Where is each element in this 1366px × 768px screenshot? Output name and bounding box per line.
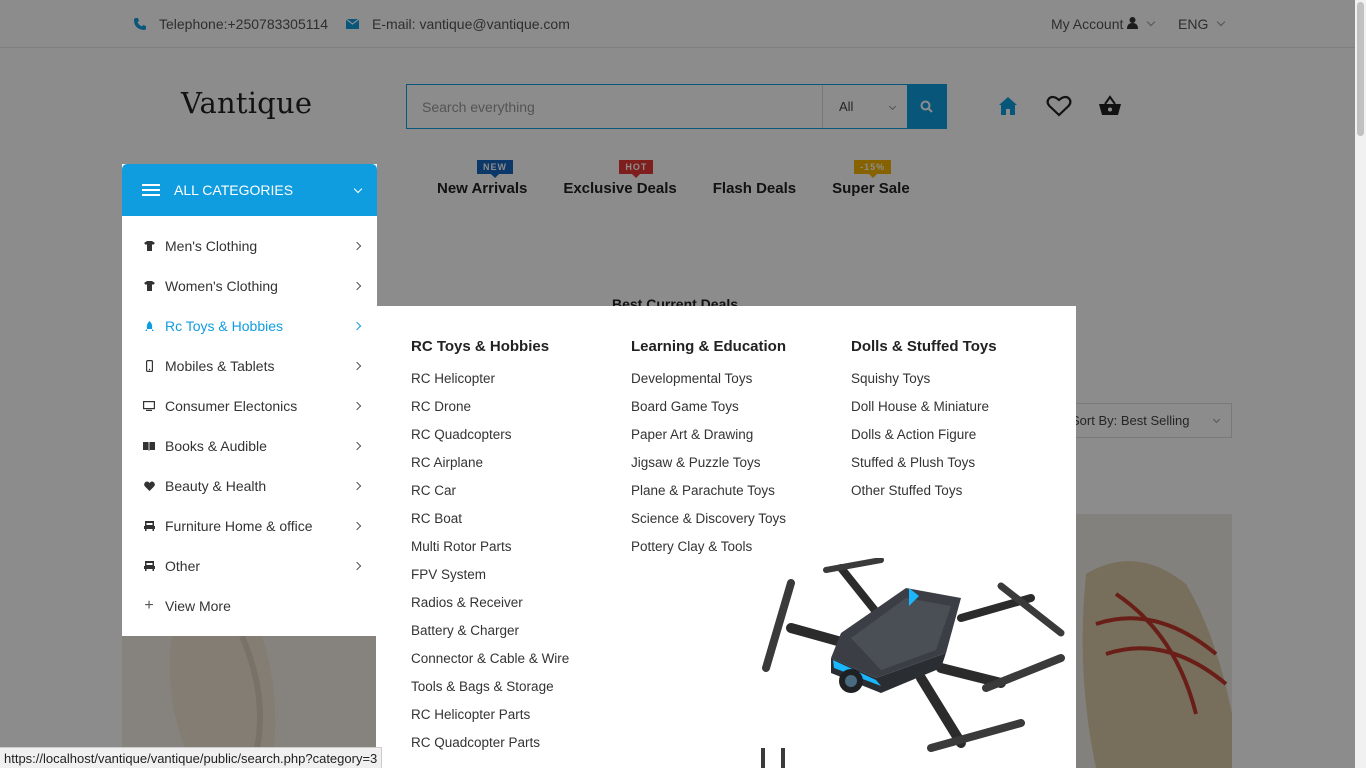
submenu-link[interactable]: Other Stuffed Toys xyxy=(851,483,997,511)
rocket-icon xyxy=(142,319,156,333)
category-books-audible[interactable]: Books & Audible xyxy=(122,426,377,466)
submenu-link[interactable]: Paper Art & Drawing xyxy=(631,427,786,455)
submenu-link[interactable]: RC Helicopter xyxy=(411,371,569,399)
mega-column-rc-toys: RC Toys & Hobbies RC Helicopter RC Drone… xyxy=(411,338,569,763)
chevron-right-icon xyxy=(352,521,362,531)
category-label: Women's Clothing xyxy=(165,278,278,294)
submenu-link[interactable]: Science & Discovery Toys xyxy=(631,511,786,539)
submenu-link[interactable]: Multi Rotor Parts xyxy=(411,539,569,567)
submenu-link[interactable]: RC Car xyxy=(411,483,569,511)
column-title[interactable]: Dolls & Stuffed Toys xyxy=(851,338,997,355)
submenu-link[interactable]: Plane & Parachute Toys xyxy=(631,483,786,511)
chevron-right-icon xyxy=(352,321,362,331)
categories-title: ALL CATEGORIES xyxy=(174,182,294,198)
category-label: Consumer Electonics xyxy=(165,398,298,414)
status-url: https://localhost/vantique/vantique/publ… xyxy=(4,750,378,766)
category-label: Mobiles & Tablets xyxy=(165,358,275,374)
category-other[interactable]: Other xyxy=(122,546,377,586)
menu-pointer xyxy=(368,320,376,336)
view-more-label: View More xyxy=(165,598,231,614)
category-beauty-health[interactable]: Beauty & Health xyxy=(122,466,377,506)
category-womens-clothing[interactable]: Women's Clothing xyxy=(122,266,377,306)
submenu-link[interactable]: Jigsaw & Puzzle Toys xyxy=(631,455,786,483)
submenu-link[interactable]: Squishy Toys xyxy=(851,371,997,399)
submenu-link[interactable]: Battery & Charger xyxy=(411,623,569,651)
heart-icon xyxy=(142,479,156,493)
submenu-link[interactable]: Dolls & Action Figure xyxy=(851,427,997,455)
category-mobiles-tablets[interactable]: Mobiles & Tablets xyxy=(122,346,377,386)
shirt-icon xyxy=(142,239,156,253)
submenu-link[interactable]: FPV System xyxy=(411,567,569,595)
scrollbar[interactable] xyxy=(1355,0,1366,768)
submenu-link[interactable]: RC Boat xyxy=(411,511,569,539)
category-rc-toys-hobbies[interactable]: Rc Toys & Hobbies xyxy=(122,306,377,346)
furniture-icon xyxy=(142,519,156,533)
menu-icon xyxy=(142,184,160,196)
submenu-link[interactable]: RC Helicopter Parts xyxy=(411,707,569,735)
submenu-link[interactable]: Board Game Toys xyxy=(631,399,786,427)
chevron-down-icon xyxy=(353,184,363,194)
drone-image[interactable] xyxy=(731,557,1076,768)
mega-column-dolls: Dolls & Stuffed Toys Squishy Toys Doll H… xyxy=(851,338,997,511)
chevron-right-icon xyxy=(352,401,362,411)
mobile-icon xyxy=(142,359,156,373)
categories-panel: ALL CATEGORIES Men's Clothing Women's Cl… xyxy=(122,164,377,636)
mega-column-learning: Learning & Education Developmental Toys … xyxy=(631,338,786,567)
submenu-link[interactable]: RC Drone xyxy=(411,399,569,427)
category-list: Men's Clothing Women's Clothing Rc Toys … xyxy=(122,216,377,626)
furniture-icon xyxy=(142,559,156,573)
submenu-link[interactable]: Radios & Receiver xyxy=(411,595,569,623)
category-mens-clothing[interactable]: Men's Clothing xyxy=(122,226,377,266)
mega-menu: RC Toys & Hobbies RC Helicopter RC Drone… xyxy=(368,306,1076,768)
column-title[interactable]: Learning & Education xyxy=(631,338,786,355)
chevron-right-icon xyxy=(352,481,362,491)
desktop-icon xyxy=(142,399,156,413)
submenu-link[interactable]: Stuffed & Plush Toys xyxy=(851,455,997,483)
chevron-right-icon xyxy=(352,241,362,251)
all-categories-toggle[interactable]: ALL CATEGORIES xyxy=(122,164,377,216)
category-label: Books & Audible xyxy=(165,438,267,454)
category-label: Furniture Home & office xyxy=(165,518,313,534)
chevron-right-icon xyxy=(352,361,362,371)
category-label: Rc Toys & Hobbies xyxy=(165,318,284,334)
submenu-link[interactable]: Doll House & Miniature xyxy=(851,399,997,427)
plus-icon: + xyxy=(144,597,154,614)
category-label: Men's Clothing xyxy=(165,238,258,254)
chevron-right-icon xyxy=(352,561,362,571)
browser-status-bar: https://localhost/vantique/vantique/publ… xyxy=(0,747,383,768)
category-consumer-electronics[interactable]: Consumer Electonics xyxy=(122,386,377,426)
category-furniture-home-office[interactable]: Furniture Home & office xyxy=(122,506,377,546)
submenu-link[interactable]: RC Quadcopters xyxy=(411,427,569,455)
chevron-right-icon xyxy=(352,441,362,451)
submenu-link[interactable]: Tools & Bags & Storage xyxy=(411,679,569,707)
scrollbar-thumb[interactable] xyxy=(1357,2,1364,136)
book-icon xyxy=(142,439,156,453)
view-more-link[interactable]: + View More xyxy=(122,586,377,626)
shirt-icon xyxy=(142,279,156,293)
submenu-link[interactable]: RC Quadcopter Parts xyxy=(411,735,569,763)
category-label: Other xyxy=(165,558,201,574)
category-label: Beauty & Health xyxy=(165,478,267,494)
column-title[interactable]: RC Toys & Hobbies xyxy=(411,338,569,355)
submenu-link[interactable]: RC Airplane xyxy=(411,455,569,483)
submenu-link[interactable]: Developmental Toys xyxy=(631,371,786,399)
chevron-right-icon xyxy=(352,281,362,291)
submenu-link[interactable]: Connector & Cable & Wire xyxy=(411,651,569,679)
